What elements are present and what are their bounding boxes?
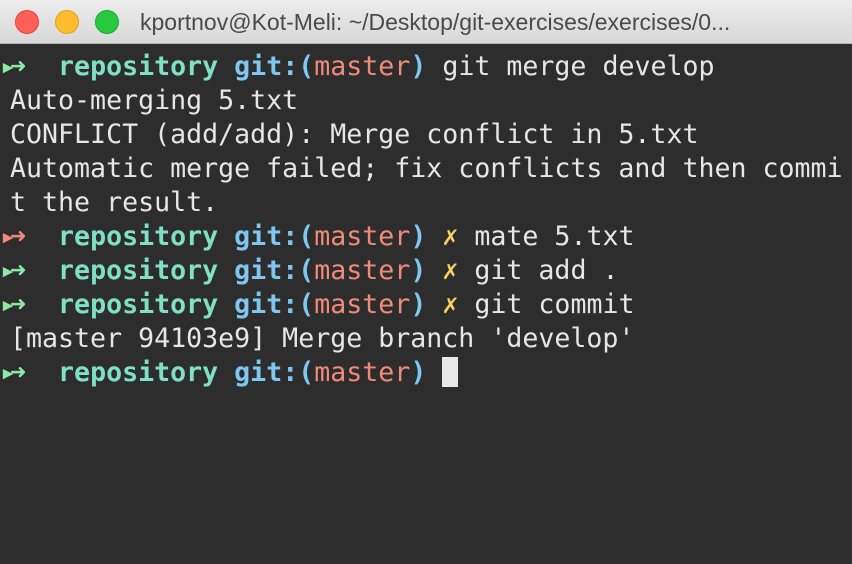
- dirty-state-icon: ✗: [442, 289, 459, 320]
- output-line: Auto-merging 5.txt: [10, 84, 852, 118]
- minimize-window-button[interactable]: [55, 10, 79, 34]
- window-title: kportnov@Kot-Meli: ~/Desktop/git-exercis…: [140, 9, 731, 35]
- prompt-git-label: git:(: [234, 255, 315, 286]
- output-text: Auto-merging 5.txt: [10, 85, 299, 116]
- line-marker-icon: ▸: [0, 289, 17, 320]
- prompt-git-label: git:(: [234, 51, 315, 82]
- output-text: Automatic merge failed; fix conflicts an…: [10, 153, 843, 184]
- prompt-git-label: git:(: [234, 221, 315, 252]
- prompt-branch: master: [314, 255, 411, 286]
- output-text: [master 94103e9] Merge branch 'develop': [10, 323, 635, 354]
- prompt-directory: repository: [58, 255, 219, 286]
- output-text: t the result.: [10, 187, 219, 218]
- prompt-git-label: git:(: [234, 289, 315, 320]
- close-window-button[interactable]: [15, 10, 39, 34]
- command-text: mate 5.txt: [474, 221, 635, 252]
- prompt-git-close: ): [410, 221, 427, 252]
- dirty-state-icon: ✗: [442, 255, 459, 286]
- dirty-state-icon: ✗: [442, 221, 459, 252]
- prompt-directory: repository: [58, 221, 219, 252]
- command-text: git add .: [474, 255, 619, 286]
- prompt-directory: repository: [58, 289, 219, 320]
- prompt-branch: master: [314, 51, 411, 82]
- terminal-output-area[interactable]: ▸ ➜ repository git:(master) git merge dev…: [0, 44, 852, 564]
- terminal-window: kportnov@Kot-Meli: ~/Desktop/git-exercis…: [0, 0, 852, 564]
- prompt-line: ▸ ➜ repository git:(master) ✗ git commit: [0, 288, 852, 322]
- prompt-branch: master: [314, 357, 411, 388]
- output-line: t the result.: [10, 186, 852, 220]
- prompt-directory: repository: [58, 51, 219, 82]
- prompt-git-label: git:(: [234, 357, 315, 388]
- prompt-line: ▸ ➜ repository git:(master) ✗ mate 5.txt: [0, 220, 852, 254]
- command-text: git merge develop: [442, 51, 715, 82]
- prompt-branch: master: [314, 221, 411, 252]
- prompt-line: ▸ ➜ repository git:(master): [0, 356, 852, 390]
- prompt-branch: master: [314, 289, 411, 320]
- line-marker-icon: ▸: [0, 357, 17, 388]
- prompt-git-close: ): [410, 255, 427, 286]
- prompt-line: ▸ ➜ repository git:(master) ✗ git add .: [0, 254, 852, 288]
- command-text: git commit: [474, 289, 635, 320]
- output-line: Automatic merge failed; fix conflicts an…: [10, 152, 852, 186]
- prompt-git-close: ): [410, 357, 427, 388]
- output-line: CONFLICT (add/add): Merge conflict in 5.…: [10, 118, 852, 152]
- line-marker-icon: ▸: [0, 255, 17, 286]
- output-line: [master 94103e9] Merge branch 'develop': [10, 322, 852, 356]
- prompt-directory: repository: [58, 357, 219, 388]
- prompt-line: ▸ ➜ repository git:(master) git merge dev…: [0, 50, 852, 84]
- prompt-git-close: ): [410, 289, 427, 320]
- line-marker-icon: ▸: [0, 221, 17, 252]
- text-cursor[interactable]: [442, 357, 459, 387]
- title-bar[interactable]: kportnov@Kot-Meli: ~/Desktop/git-exercis…: [0, 0, 852, 44]
- zoom-window-button[interactable]: [95, 10, 119, 34]
- output-text: CONFLICT (add/add): Merge conflict in 5.…: [10, 119, 699, 150]
- prompt-git-close: ): [410, 51, 427, 82]
- line-marker-icon: ▸: [0, 51, 17, 82]
